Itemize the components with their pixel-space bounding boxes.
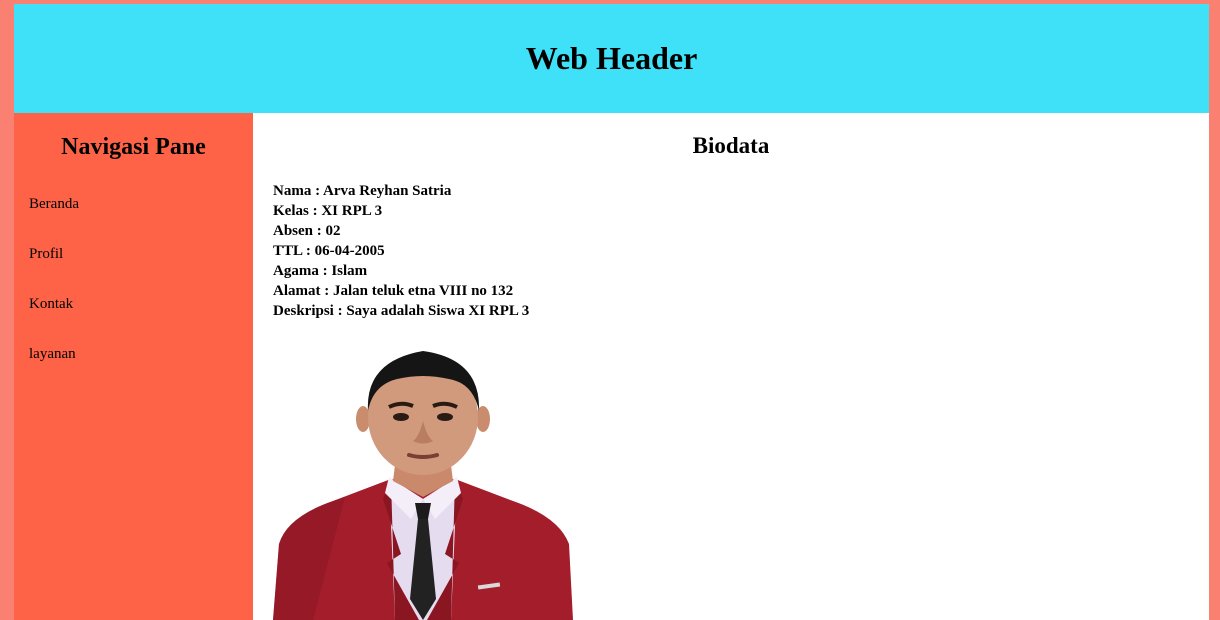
content-title: Biodata [692, 133, 770, 158]
biodata-list: Nama : Arva Reyhan Satria Kelas : XI RPL… [273, 181, 529, 321]
bio-alamat: Alamat : Jalan teluk etna VIII no 132 [273, 283, 514, 299]
navigation-pane: Navigasi Pane Beranda Profil Kontak laya… [14, 113, 253, 620]
profile-photo [273, 351, 573, 620]
bio-kelas: Kelas : XI RPL 3 [273, 203, 383, 219]
bio-ttl: TTL : 06-04-2005 [273, 243, 385, 259]
nav-link-layanan[interactable]: layanan [29, 346, 76, 363]
header-title: Web Header [525, 40, 698, 76]
bio-absen: Absen : 02 [273, 223, 341, 239]
main-content: Biodata Nama : Arva Reyhan Satria Kelas … [253, 113, 1209, 620]
web-header: Web Header [14, 4, 1209, 113]
nav-link-kontak[interactable]: Kontak [29, 296, 73, 313]
bio-agama: Agama : Islam [273, 263, 368, 279]
bio-deskripsi: Deskripsi : Saya adalah Siswa XI RPL 3 [273, 303, 530, 319]
sidebar-title: Navigasi Pane [61, 134, 206, 160]
nav-link-beranda[interactable]: Beranda [29, 196, 79, 213]
bio-nama: Nama : Arva Reyhan Satria [273, 183, 452, 199]
nav-link-profil[interactable]: Profil [29, 246, 63, 263]
